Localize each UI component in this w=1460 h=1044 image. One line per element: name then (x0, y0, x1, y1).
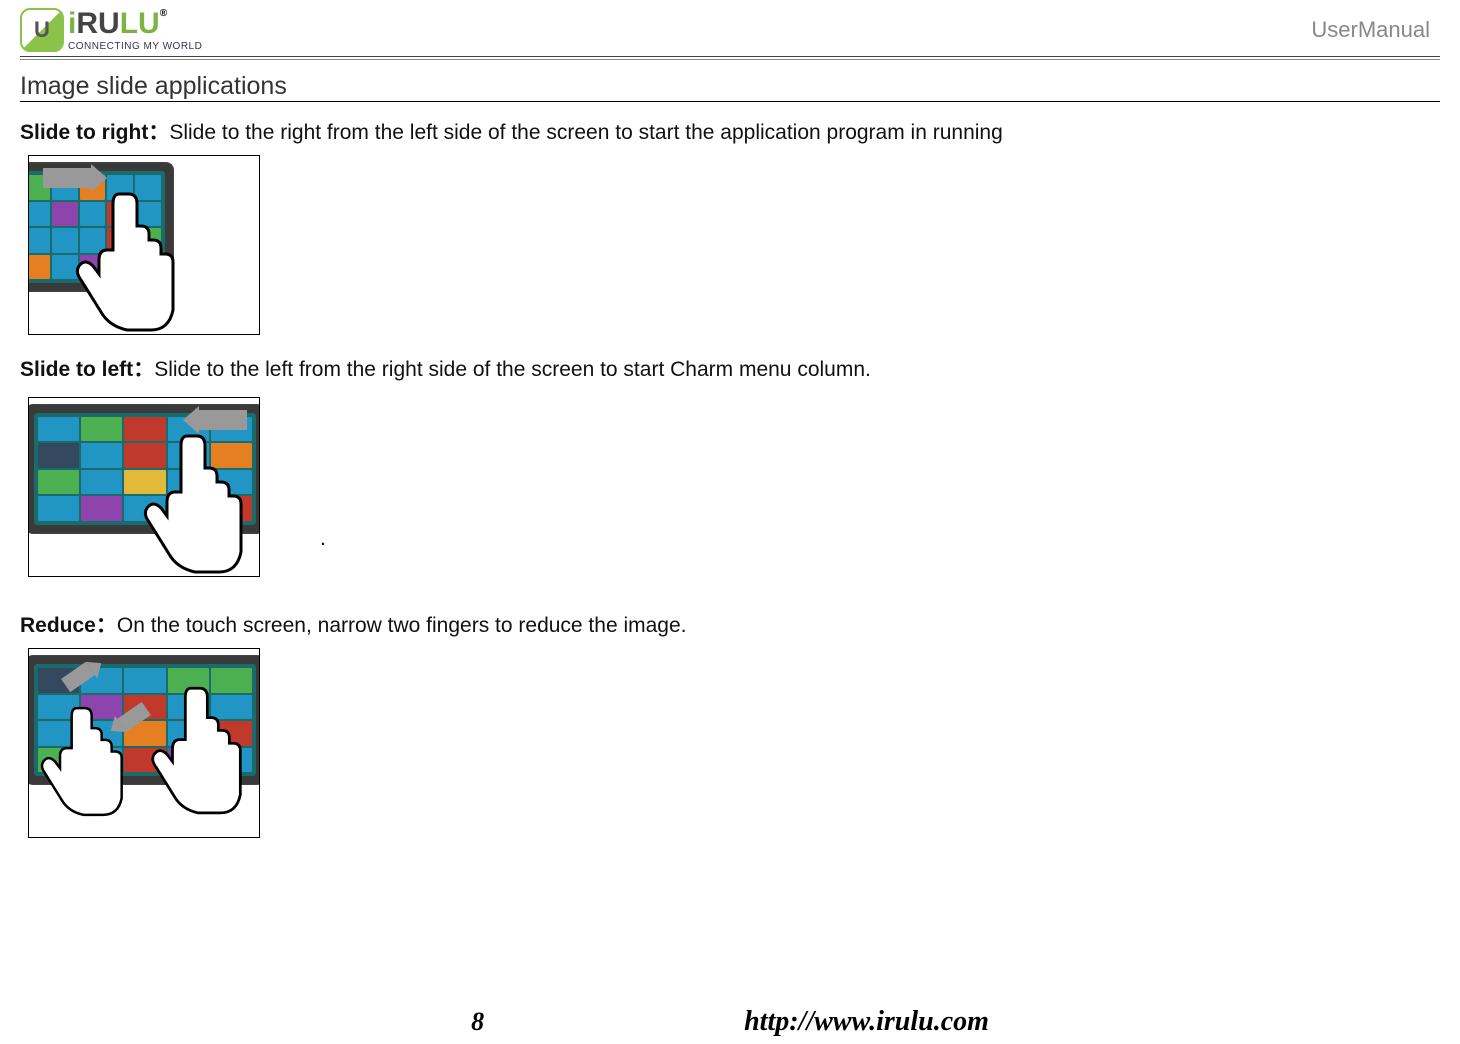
brand-tagline: CONNECTING MY WORLD (68, 41, 202, 52)
instruction-slide-right: Slide to right：Slide to the right from t… (20, 118, 1440, 147)
slide-right-text: Slide to the right from the left side of… (169, 121, 1002, 144)
brand-name: iRULU iRULU® (68, 9, 202, 39)
logo-text-block: iRULU iRULU® CONNECTING MY WORLD (68, 9, 202, 52)
reduce-label: Reduce (20, 614, 96, 637)
reduce-text: On the touch screen, narrow two fingers … (117, 614, 687, 637)
slide-right-label: Slide to right (20, 121, 148, 144)
hand-icon (145, 677, 255, 837)
document-label: UserManual (1311, 17, 1440, 43)
reduce-colon: ： (96, 614, 117, 637)
hand-icon (137, 426, 257, 577)
illustration-reduce (28, 648, 260, 838)
section-heading: Image slide applications (20, 72, 1440, 102)
page-footer: 8 http://www.irulu.com (0, 1006, 1460, 1038)
footer-url: http://www.irulu.com (744, 1006, 989, 1038)
page-header: U iRULU iRULU® CONNECTING MY WORLD UserM… (20, 0, 1440, 56)
page-number: 8 (471, 1007, 484, 1037)
illustration-slide-right (28, 155, 260, 335)
instruction-reduce: Reduce：On the touch screen, narrow two f… (20, 611, 1440, 640)
logo-badge-glyph: U (34, 17, 50, 43)
illustration-slide-left (28, 397, 260, 577)
trademark-symbol: ® (160, 8, 167, 19)
slide-left-colon: ： (133, 358, 154, 381)
hand-icon (35, 689, 135, 838)
header-divider-2 (20, 59, 1440, 60)
trailing-dot: . (320, 527, 1440, 551)
instruction-slide-left: Slide to left：Slide to the left from the… (20, 355, 1440, 384)
brand-logo: U iRULU iRULU® CONNECTING MY WORLD (20, 8, 202, 52)
logo-badge-icon: U (20, 8, 64, 52)
section-heading-text: Image slide applications (20, 72, 287, 100)
hand-icon (69, 184, 189, 335)
slide-right-colon: ： (148, 121, 169, 144)
slide-left-label: Slide to left (20, 358, 133, 381)
header-divider-1 (20, 56, 1440, 57)
slide-left-text: Slide to the left from the right side of… (154, 358, 871, 381)
